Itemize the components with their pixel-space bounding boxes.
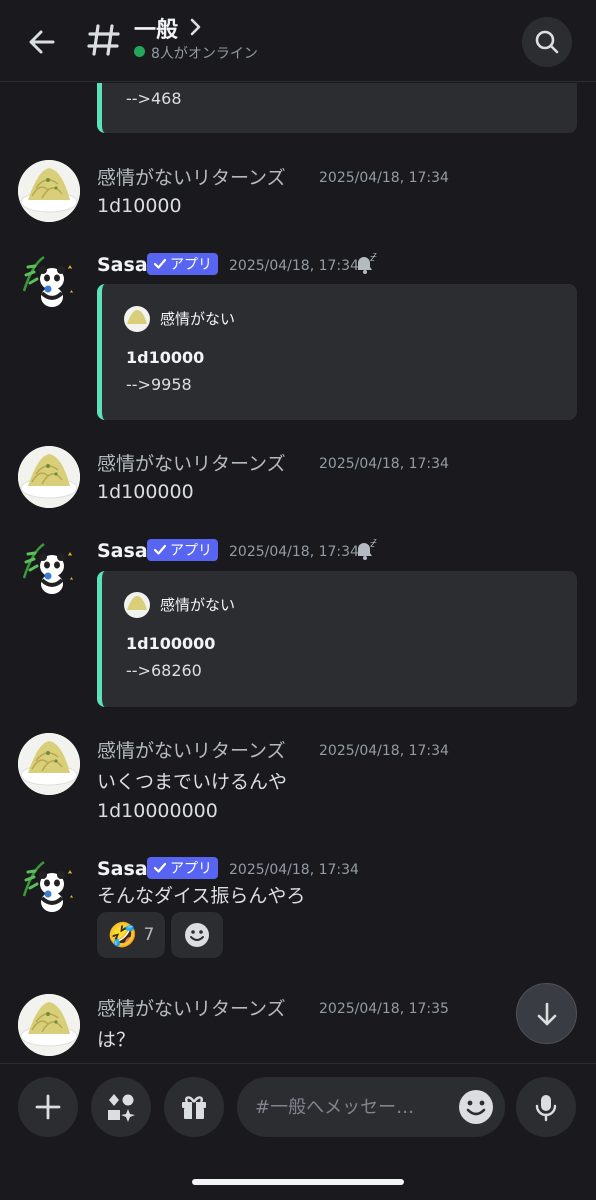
gift-button[interactable] xyxy=(164,1077,224,1137)
message-text: 1d10000000 xyxy=(97,800,218,822)
jump-to-latest-button[interactable] xyxy=(516,983,577,1044)
message-author[interactable]: Sasa xyxy=(97,540,148,562)
avatar[interactable] xyxy=(18,446,80,508)
app-badge-label: アプリ xyxy=(170,861,212,877)
avatar[interactable] xyxy=(18,733,80,795)
arrow-down-icon xyxy=(537,1002,556,1025)
emoji-icon xyxy=(185,923,209,947)
embed-author: 感情がない xyxy=(160,310,236,328)
avatar[interactable] xyxy=(18,160,80,222)
app-badge: アプリ xyxy=(147,539,218,561)
message-list[interactable]: -->468 感情がないリターンズ 2025/04/18, 17:34 1d10… xyxy=(0,83,596,1063)
message-timestamp: 2025/04/18, 17:34 xyxy=(319,743,449,759)
avatar[interactable] xyxy=(18,538,80,600)
hash-icon xyxy=(86,18,122,62)
app-badge: アプリ xyxy=(147,253,218,275)
avatar[interactable] xyxy=(18,251,80,313)
plus-icon xyxy=(35,1094,61,1120)
app-badge-label: アプリ xyxy=(170,543,212,559)
message-text: いくつまでいけるんや xyxy=(97,771,288,793)
message-timestamp: 2025/04/18, 17:34 xyxy=(319,170,449,186)
message-text: は？ xyxy=(97,1029,136,1051)
home-indicator[interactable] xyxy=(192,1179,404,1185)
sleep-bell-icon: zz xyxy=(354,537,378,562)
message-timestamp: 2025/04/18, 17:35 xyxy=(319,1001,449,1017)
embed-body: -->468 xyxy=(126,89,182,108)
online-count: 8人がオンライン xyxy=(151,46,258,62)
reaction-chip[interactable]: 🤣 7 xyxy=(97,912,165,958)
embed-card: 感情がない 1d10000 -->9958 xyxy=(97,284,577,420)
embed-author-avatar xyxy=(124,592,150,618)
message-timestamp: 2025/04/18, 17:34 xyxy=(319,456,449,472)
message-input-container[interactable] xyxy=(237,1077,505,1137)
apps-button[interactable] xyxy=(91,1077,151,1137)
message-author[interactable]: Sasa xyxy=(97,858,148,880)
embed-author: 感情がない xyxy=(160,596,236,614)
back-button[interactable] xyxy=(22,22,62,62)
message-text: そんなダイス振らんやろ xyxy=(97,885,306,907)
check-icon xyxy=(153,258,167,269)
reaction-count: 7 xyxy=(143,925,155,945)
embed-body: -->68260 xyxy=(126,661,202,680)
reaction-emoji: 🤣 xyxy=(107,921,138,949)
arrow-left-icon xyxy=(29,30,55,54)
app-badge: アプリ xyxy=(147,857,218,879)
message-author[interactable]: 感情がないリターンズ xyxy=(97,994,286,1021)
avatar[interactable] xyxy=(18,994,80,1056)
message-input[interactable] xyxy=(255,1077,455,1137)
embed-card: 感情がない 1d100000 -->68260 xyxy=(97,571,577,707)
emoji-icon[interactable] xyxy=(457,1088,495,1126)
svg-text:z: z xyxy=(373,538,377,545)
search-icon xyxy=(535,30,559,54)
message-author[interactable]: 感情がないリターンズ xyxy=(97,449,286,476)
message-author[interactable]: Sasa xyxy=(97,254,148,276)
embed-body: -->9958 xyxy=(126,375,192,394)
channel-title[interactable]: 一般 xyxy=(134,12,178,44)
embed-title: 1d100000 xyxy=(126,634,216,653)
gift-icon xyxy=(182,1096,206,1119)
message-timestamp: 2025/04/18, 17:34 xyxy=(229,544,359,560)
message-timestamp: 2025/04/18, 17:34 xyxy=(229,258,359,274)
embed-card: -->468 xyxy=(97,83,577,133)
apps-icon xyxy=(108,1094,135,1122)
search-button[interactable] xyxy=(522,17,572,67)
add-reaction-button[interactable] xyxy=(171,912,223,958)
message-timestamp: 2025/04/18, 17:34 xyxy=(229,862,359,878)
message-author[interactable]: 感情がないリターンズ xyxy=(97,163,286,190)
avatar[interactable] xyxy=(18,856,80,918)
sleep-bell-icon: zz xyxy=(354,251,378,276)
channel-header: 一般 8人がオンライン xyxy=(0,0,596,82)
attach-button[interactable] xyxy=(18,1077,78,1137)
message-author[interactable]: 感情がないリターンズ xyxy=(97,736,286,763)
message-text: 1d10000 xyxy=(97,195,182,217)
check-icon xyxy=(153,862,167,873)
svg-text:z: z xyxy=(373,252,377,259)
embed-author-avatar xyxy=(124,306,150,332)
check-icon xyxy=(153,544,167,555)
microphone-icon xyxy=(535,1095,557,1122)
voice-message-button[interactable] xyxy=(516,1077,576,1137)
chevron-right-icon[interactable] xyxy=(186,16,204,38)
online-indicator xyxy=(134,46,145,57)
embed-title: 1d10000 xyxy=(126,348,205,367)
message-text: 1d100000 xyxy=(97,481,194,503)
app-badge-label: アプリ xyxy=(170,257,212,273)
